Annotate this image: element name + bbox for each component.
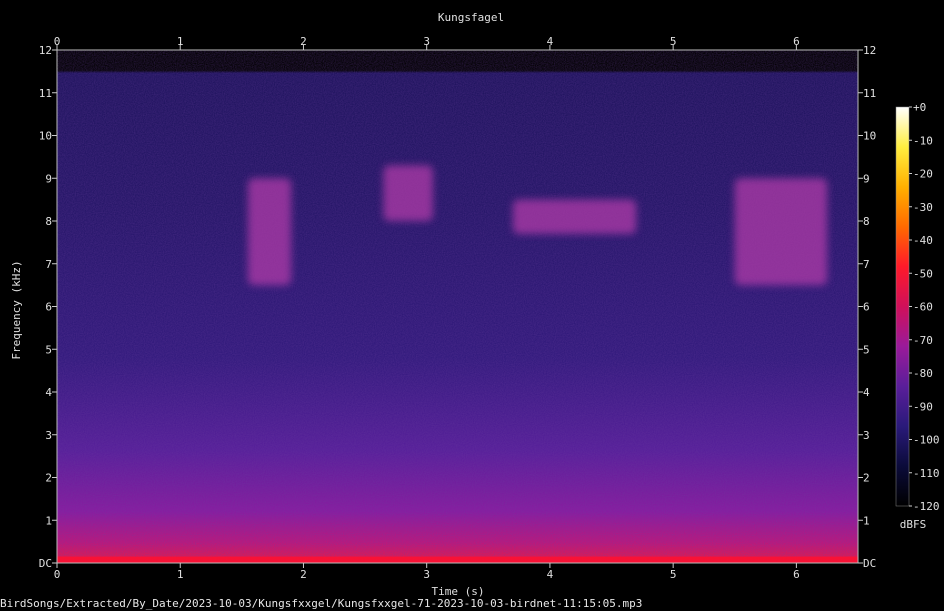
call-4 [734,178,828,286]
call-1 [248,178,292,286]
y-tick-right-label: 6 [863,301,870,314]
x-tick-top-label: 1 [177,35,184,48]
chart-title: Kungsfagel [438,11,504,24]
y-tick-right-label: 7 [863,258,870,271]
y-tick-right-label: 3 [863,429,870,442]
colorbar-tick-label: -40 [913,234,933,247]
y-tick-left-label: 10 [39,130,52,143]
y-tick-right-label: 11 [863,87,876,100]
colorbar-tick-label: +0 [913,101,926,114]
y-tick-left-label: DC [39,557,52,570]
y-tick-right-label: 5 [863,343,870,356]
x-axis-top: 0 1 2 3 4 5 6 [54,35,800,50]
x-tick-top-label: 3 [423,35,430,48]
colorbar-tick-label: -50 [913,267,933,280]
x-tick-bottom-label: 5 [670,568,677,581]
y-tick-right-label: 8 [863,215,870,228]
plot-area [56,49,859,564]
y-tick-left-label: 8 [45,215,52,228]
x-tick-bottom-label: 1 [177,568,184,581]
x-tick-top-label: 4 [547,35,554,48]
y-axis-left: DC123456789101112 [39,44,57,570]
x-tick-top-label: 6 [793,35,800,48]
x-tick-top-label: 2 [300,35,307,48]
colorbar-tick-label: -80 [913,367,933,380]
colorbar-label: dBFS [900,518,927,531]
y-axis-right: DC123456789101112 [858,44,876,570]
spectrogram-figure: Kungsfagel 0123456 0123456 DC12345678910… [10,11,940,598]
x-tick-top-label: 5 [670,35,677,48]
colorbar-tick-label: -120 [913,500,940,513]
y-tick-left-label: 6 [45,301,52,314]
y-tick-left-label: 2 [45,472,52,485]
x-tick-top-label: 0 [54,35,61,48]
y-tick-right-label: 12 [863,44,876,57]
x-tick-bottom-label: 4 [547,568,554,581]
y-axis-label: Frequency (kHz) [10,260,23,359]
x-tick-bottom-label: 6 [793,568,800,581]
colorbar-gradient [895,106,910,507]
x-axis-bottom: 0 1 2 3 4 5 6 [54,563,800,581]
colorbar-tick-label: -110 [913,467,940,480]
colorbar-tick-label: -90 [913,400,933,413]
y-tick-right-label: 4 [863,386,870,399]
colorbar: +0 -10 -20 -30 -40 -50 -60 -70 -80 -90 -100 -110 -12… [895,101,940,531]
x-tick-bottom-label: 0 [54,568,61,581]
colorbar-tick-label: -100 [913,434,940,447]
colorbar-tick-label: -70 [913,334,933,347]
x-tick-bottom-label: 3 [423,568,430,581]
y-tick-left-label: 4 [45,386,52,399]
spectrogram-noise [57,50,858,563]
y-tick-right-label: 10 [863,130,876,143]
call-2 [383,165,433,221]
colorbar-tick-label: -30 [913,201,933,214]
colorbar-tick-label: -10 [913,134,933,147]
y-tick-left-label: 7 [45,258,52,271]
colorbar-tick-label: -20 [913,168,933,181]
call-3 [512,199,637,234]
y-tick-right-label: 1 [863,514,870,527]
y-tick-right-label: 2 [863,472,870,485]
y-tick-left-label: 1 [45,514,52,527]
y-tick-left-label: 3 [45,429,52,442]
file-path: BirdSongs/Extracted/By_Date/2023-10-03/K… [0,597,643,610]
y-tick-left-label: 12 [39,44,52,57]
y-tick-right-label: DC [863,557,876,570]
y-tick-right-label: 9 [863,172,870,185]
colorbar-tick-label: -60 [913,301,933,314]
dc-band [57,556,858,563]
colorbar-ticks: +0 -10 -20 -30 -40 -50 -60 -70 -80 -90 -100 -110 -12… [909,101,940,513]
y-tick-left-label: 11 [39,87,52,100]
y-tick-left-label: 5 [45,343,52,356]
y-tick-left-label: 9 [45,172,52,185]
x-tick-bottom-label: 2 [300,568,307,581]
